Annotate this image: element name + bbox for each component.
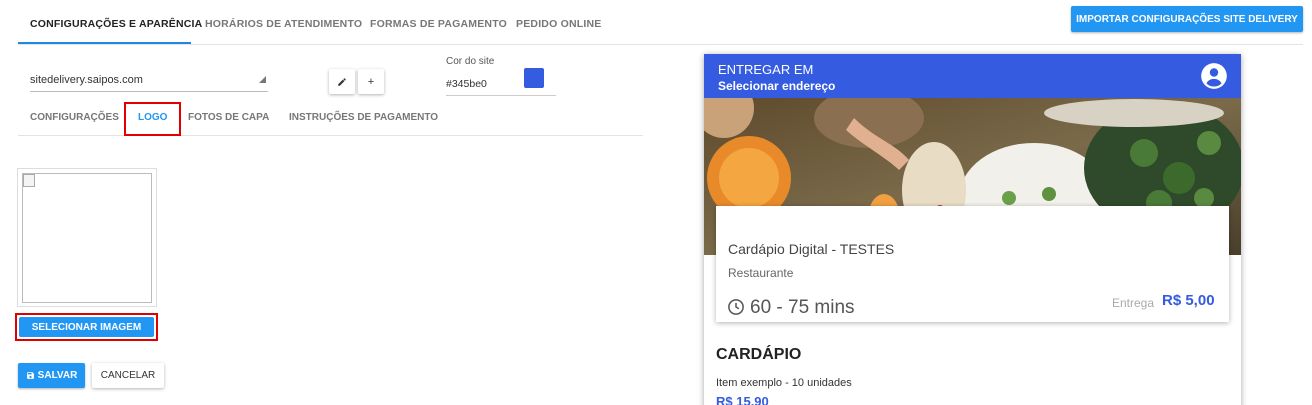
pencil-icon xyxy=(338,77,346,86)
subtab-configuracoes[interactable]: CONFIGURAÇÕES xyxy=(30,112,119,123)
active-tab-indicator xyxy=(18,42,191,44)
add-site-button[interactable]: + xyxy=(358,69,384,94)
preview-header[interactable]: ENTREGAR EM Selecionar endereço xyxy=(704,54,1241,98)
site-color-label: Cor do site xyxy=(446,56,495,67)
broken-image-icon xyxy=(23,174,35,187)
restaurant-info-card: Cardápio Digital - TESTES Restaurante 60… xyxy=(716,206,1229,322)
subtab-fotos-capa[interactable]: FOTOS DE CAPA xyxy=(188,112,269,123)
menu-item-price: R$ 15,90 xyxy=(716,394,769,405)
select-image-button[interactable]: SELECIONAR IMAGEM xyxy=(19,317,154,337)
tab-formas-pagamento[interactable]: FORMAS DE PAGAMENTO xyxy=(370,18,507,30)
subtab-instrucoes-pagamento[interactable]: INSTRUÇÕES DE PAGAMENTO xyxy=(289,112,438,123)
clock-icon xyxy=(728,299,744,315)
site-select-value: sitedelivery.saipos.com xyxy=(30,74,143,86)
delivery-fee-label: Entrega xyxy=(1112,296,1155,310)
site-color-swatch[interactable] xyxy=(524,68,544,88)
preview-deliver-to-label: ENTREGAR EM xyxy=(718,62,814,77)
tab-pedido-online[interactable]: PEDIDO ONLINE xyxy=(516,18,601,30)
logo-tab-highlight xyxy=(124,102,181,136)
delivery-fee-value: R$ 5,00 xyxy=(1162,292,1215,309)
select-image-highlight: SELECIONAR IMAGEM xyxy=(15,313,158,341)
site-select[interactable]: sitedelivery.saipos.com xyxy=(30,66,268,92)
tab-horarios-atendimento[interactable]: HORÁRIOS DE ATENDIMENTO xyxy=(205,18,362,30)
logo-image xyxy=(22,173,152,303)
menu-title: CARDÁPIO xyxy=(716,346,802,363)
account-circle-icon[interactable] xyxy=(1200,62,1228,90)
menu-item-name[interactable]: Item exemplo - 10 unidades xyxy=(716,377,852,389)
logo-image-frame xyxy=(17,168,157,307)
preview-select-address[interactable]: Selecionar endereço xyxy=(718,79,835,93)
tab-configuracoes-aparencia[interactable]: CONFIGURAÇÕES E APARÊNCIA xyxy=(30,18,202,30)
restaurant-name: Cardápio Digital - TESTES xyxy=(728,241,895,257)
restaurant-category: Restaurante xyxy=(728,266,794,280)
site-color-value: #345be0 xyxy=(446,78,487,90)
site-preview: ENTREGAR EM Selecionar endereço Cardápio… xyxy=(704,54,1241,405)
save-button-label: SALVAR xyxy=(37,370,78,381)
site-color-field[interactable]: #345be0 xyxy=(446,68,556,96)
appearance-subtab-bar: CONFIGURAÇÕES LOGO FOTOS DE CAPA INSTRUÇ… xyxy=(18,102,643,136)
import-settings-button[interactable]: IMPORTAR CONFIGURAÇÕES SITE DELIVERY xyxy=(1071,6,1303,32)
cancel-button[interactable]: CANCELAR xyxy=(92,363,164,388)
dropdown-caret-icon xyxy=(259,76,266,83)
delivery-time: 60 - 75 mins xyxy=(750,297,855,318)
floppy-disk-icon xyxy=(26,372,34,379)
edit-site-button[interactable] xyxy=(329,69,355,94)
save-button[interactable]: SALVAR xyxy=(18,363,85,388)
